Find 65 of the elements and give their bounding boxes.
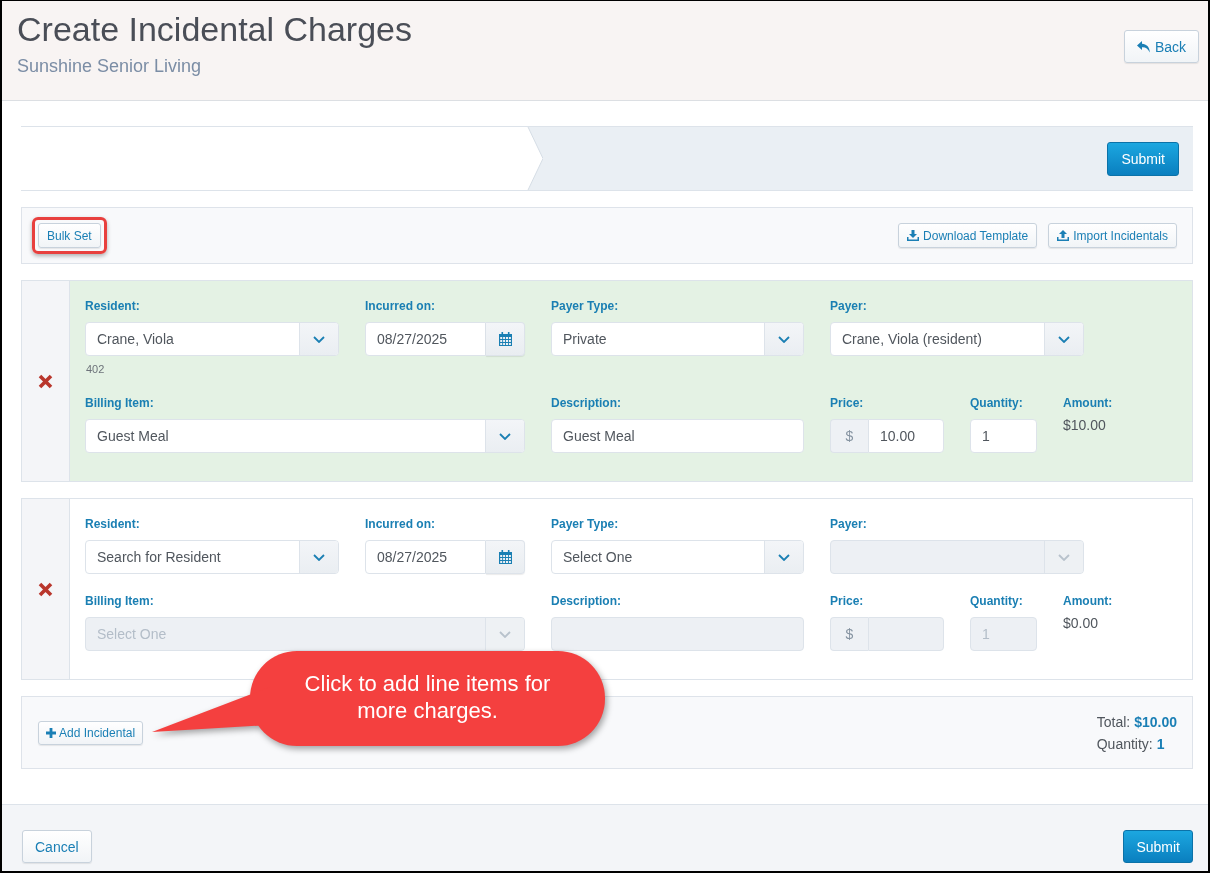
bulk-set-button[interactable]: Bulk Set — [38, 223, 101, 248]
total-value: $10.00 — [1134, 712, 1177, 732]
chevron-down-icon — [313, 335, 325, 343]
field-label: Quantity: — [970, 396, 1024, 410]
chevron-down-icon — [313, 553, 325, 561]
field-label: Price: — [830, 396, 865, 410]
total-label: Quantity: — [1096, 734, 1153, 754]
field-label: Quantity: — [970, 594, 1024, 608]
chevron-down-icon — [778, 553, 790, 561]
import-button[interactable]: Import Incidentals — [1048, 223, 1177, 248]
currency-label: $ — [830, 617, 868, 651]
delete-icon[interactable] — [38, 373, 53, 389]
field-label: Amount: — [1063, 594, 1114, 608]
chevron-down-icon — [1058, 553, 1070, 561]
chevron-down-icon — [499, 432, 511, 440]
dropdown-field[interactable]: Search for Resident — [85, 540, 339, 574]
field-label: Resident: — [85, 517, 141, 531]
field-label: Amount: — [1063, 396, 1114, 410]
calendar-icon — [498, 550, 512, 564]
chevron-down-icon — [1058, 335, 1070, 343]
chevron-down-icon — [778, 335, 790, 343]
add-incidental-button[interactable]: Add Incidental — [38, 720, 144, 745]
text-field[interactable]: Guest Meal — [551, 419, 804, 453]
download-button[interactable]: Download Template — [898, 223, 1038, 248]
callout: Click to add line items for more charges. — [150, 651, 607, 748]
field-label: Payer Type: — [551, 517, 620, 531]
total-value: 1 — [1156, 734, 1165, 754]
field-label: Billing Item: — [85, 396, 155, 410]
calendar-button[interactable] — [486, 540, 525, 574]
total-label: Total: — [1096, 712, 1131, 732]
dropdown-field[interactable]: Crane, Viola — [85, 322, 339, 356]
field-label: Incurred on: — [365, 299, 436, 313]
chevron-down-icon — [499, 630, 511, 638]
calendar-icon — [498, 332, 512, 346]
page-subtitle: Sunshine Senior Living — [17, 55, 203, 77]
field-label: Billing Item: — [85, 594, 155, 608]
field-label: Payer: — [830, 517, 868, 531]
cancel-button[interactable]: Cancel — [22, 830, 92, 863]
dropdown-field[interactable]: Select One — [551, 540, 804, 574]
delete-icon[interactable] — [38, 581, 53, 597]
dropdown-field[interactable]: Crane, Viola (resident) — [830, 322, 1084, 356]
field-label: Resident: — [85, 299, 141, 313]
resident-subtext: 402 — [85, 362, 106, 376]
date-field[interactable]: 08/27/2025 — [365, 322, 486, 356]
field-label: Description: — [551, 594, 622, 608]
quantity-field[interactable]: 1 — [970, 419, 1037, 453]
dropdown-field[interactable]: Private — [551, 322, 804, 356]
upload-icon — [1057, 230, 1070, 241]
download-icon — [907, 230, 920, 241]
dropdown-field[interactable]: Guest Meal — [85, 419, 525, 453]
field-label: Price: — [830, 594, 865, 608]
field-label: Payer Type: — [551, 299, 620, 313]
currency-label: $ — [830, 419, 868, 453]
field-label: Incurred on: — [365, 517, 436, 531]
back-button[interactable]: Back — [1123, 30, 1199, 63]
calendar-button[interactable] — [486, 322, 525, 356]
price-field[interactable]: 10.00 — [868, 419, 944, 453]
field-label: Description: — [551, 396, 622, 410]
reply-icon — [1136, 40, 1150, 53]
amount-value: $0.00 — [1063, 615, 1100, 631]
plus-icon — [46, 727, 56, 738]
page-title: Create Incidental Charges — [17, 9, 412, 49]
amount-value: $10.00 — [1063, 417, 1107, 433]
date-field[interactable]: 08/27/2025 — [365, 540, 486, 574]
field-label: Payer: — [830, 299, 868, 313]
